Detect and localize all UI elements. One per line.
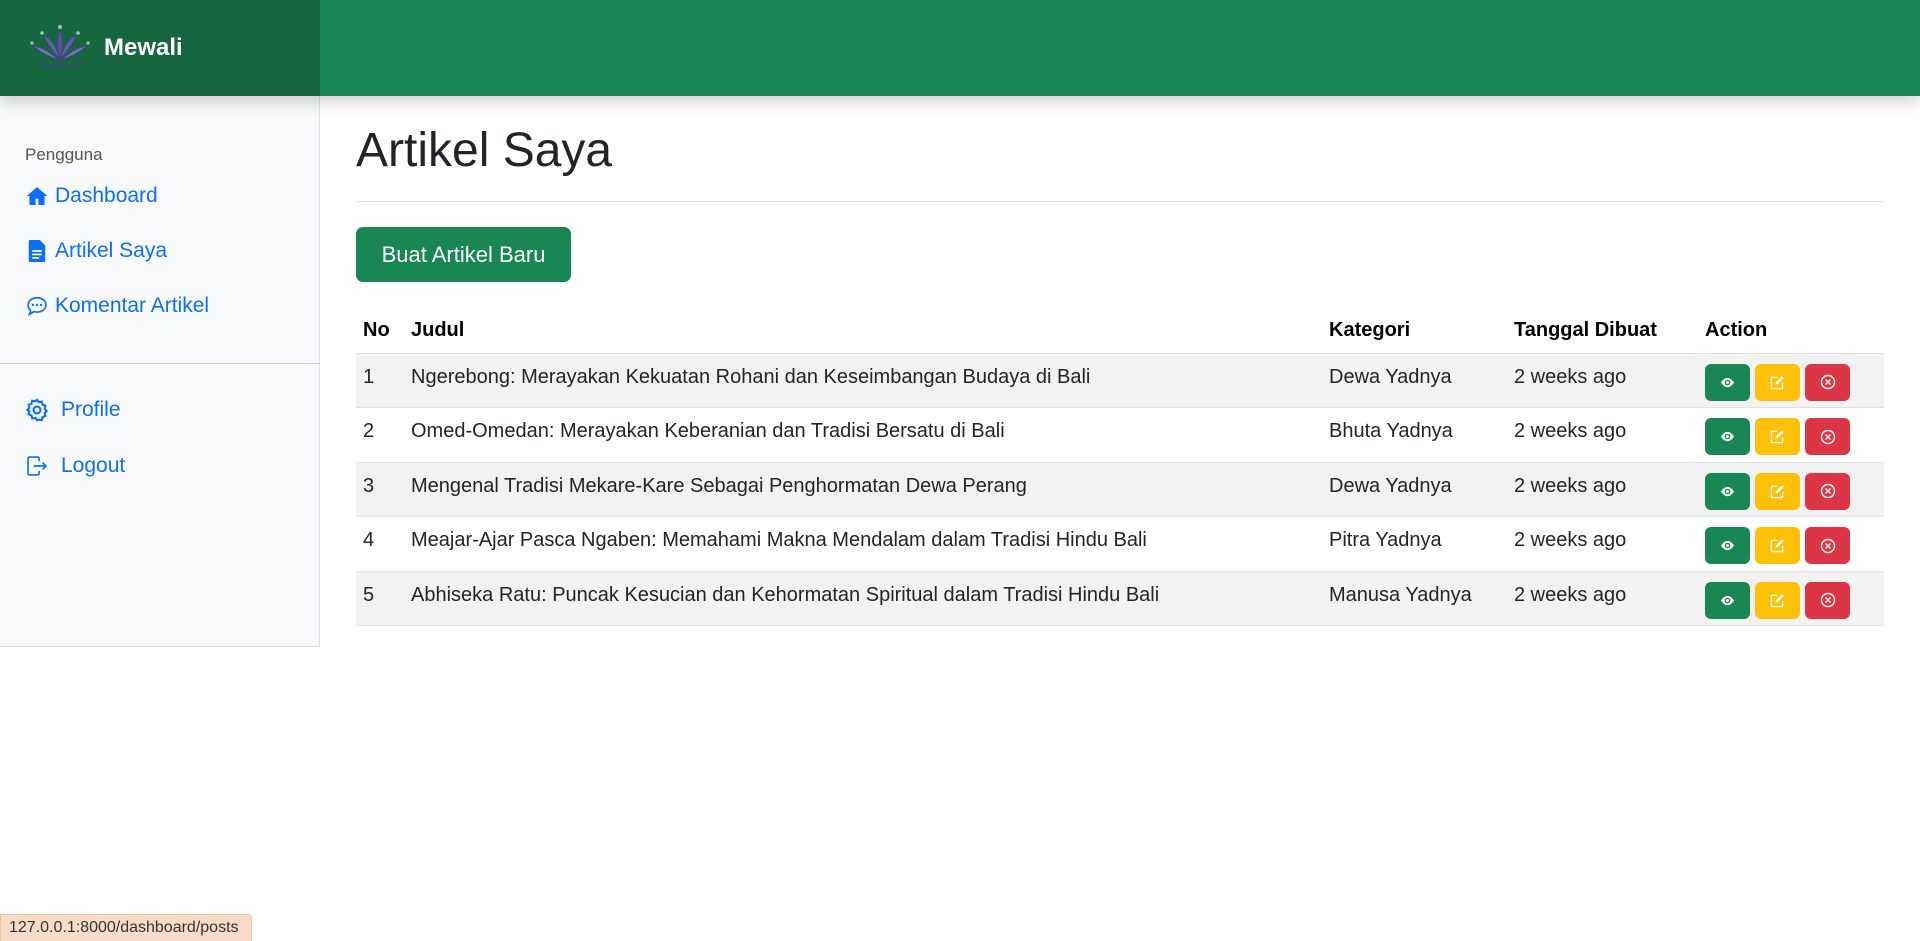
cell-no: 5	[356, 570, 404, 626]
sidebar-divider	[0, 363, 320, 364]
eye-icon	[1720, 377, 1735, 387]
cell-tanggal: 2 weeks ago	[1507, 352, 1698, 408]
sidebar-item-label: Dashboard	[55, 184, 158, 207]
table-row: 3 Mengenal Tradisi Mekare-Kare Sebagai P…	[356, 461, 1884, 517]
edit-icon	[1770, 484, 1784, 498]
cell-actions	[1698, 407, 1884, 462]
cell-actions	[1698, 461, 1884, 517]
view-button[interactable]	[1705, 472, 1750, 510]
cell-no: 2	[356, 407, 404, 462]
status-bar-url: 127.0.0.1:8000/dashboard/posts	[0, 914, 252, 941]
x-circle-icon	[1820, 592, 1835, 608]
view-button[interactable]	[1705, 581, 1750, 619]
cell-actions	[1698, 516, 1884, 571]
table-header-row: No Judul Kategori Tanggal Dibuat Action	[356, 309, 1884, 353]
column-header-kategori: Kategori	[1329, 319, 1411, 342]
column-header-tanggal: Tanggal Dibuat	[1514, 319, 1657, 342]
x-circle-icon	[1820, 538, 1835, 553]
edit-icon	[1770, 375, 1784, 389]
delete-button[interactable]	[1805, 527, 1850, 564]
x-circle-icon	[1820, 483, 1835, 499]
table-row: 5 Abhiseka Ratu: Puncak Kesucian dan Keh…	[356, 570, 1884, 626]
cell-kategori: Dewa Yadnya	[1322, 352, 1507, 408]
cell-judul: Meajar-Ajar Pasca Ngaben: Memahami Makna…	[404, 516, 1322, 571]
home-icon	[25, 184, 49, 208]
edit-button[interactable]	[1755, 581, 1800, 619]
cell-tanggal: 2 weeks ago	[1507, 516, 1698, 571]
create-article-button[interactable]: Buat Artikel Baru	[356, 227, 571, 282]
sidebar-item-dashboard[interactable]: Dashboard	[25, 184, 158, 208]
x-circle-icon	[1820, 374, 1835, 390]
articles-table: No Judul Kategori Tanggal Dibuat Action …	[356, 309, 1884, 626]
edit-icon	[1770, 539, 1784, 553]
table-row: 1 Ngerebong: Merayakan Kekuatan Rohani d…	[356, 352, 1884, 408]
sidebar-item-label: Komentar Artikel	[55, 294, 210, 317]
page-title: Artikel Saya	[356, 124, 613, 177]
table-row: 2 Omed-Omedan: Merayakan Keberanian dan …	[356, 407, 1884, 462]
eye-icon	[1720, 540, 1735, 551]
cell-tanggal: 2 weeks ago	[1507, 461, 1698, 517]
document-icon	[25, 239, 49, 263]
view-button[interactable]	[1705, 363, 1750, 401]
table-row: 4 Meajar-Ajar Pasca Ngaben: Memahami Mak…	[356, 516, 1884, 571]
brand[interactable]: Mewali	[0, 0, 320, 96]
sidebar: Pengguna Dashboard Artikel Saya Komentar…	[0, 96, 320, 647]
edit-button[interactable]	[1755, 527, 1800, 564]
edit-button[interactable]	[1755, 418, 1800, 455]
cell-kategori: Manusa Yadnya	[1322, 570, 1507, 626]
view-button[interactable]	[1705, 527, 1750, 564]
delete-button[interactable]	[1805, 581, 1850, 619]
cell-kategori: Bhuta Yadnya	[1322, 407, 1507, 462]
delete-button[interactable]	[1805, 418, 1850, 455]
cell-judul: Omed-Omedan: Merayakan Keberanian dan Tr…	[404, 407, 1322, 462]
cell-no: 4	[356, 516, 404, 571]
cell-judul: Mengenal Tradisi Mekare-Kare Sebagai Pen…	[404, 461, 1322, 517]
cell-tanggal: 2 weeks ago	[1507, 407, 1698, 462]
eye-icon	[1720, 595, 1735, 605]
sidebar-item-logout[interactable]: Logout	[25, 454, 125, 478]
gear-icon	[25, 398, 49, 422]
cell-no: 3	[356, 461, 404, 517]
cell-judul: Ngerebong: Merayakan Kekuatan Rohani dan…	[404, 352, 1322, 408]
eye-icon	[1720, 431, 1735, 442]
sidebar-item-profile[interactable]: Profile	[25, 398, 121, 422]
column-header-action: Action	[1705, 319, 1768, 342]
delete-button[interactable]	[1805, 363, 1850, 401]
x-circle-icon	[1820, 429, 1835, 444]
cell-judul: Abhiseka Ratu: Puncak Kesucian dan Kehor…	[404, 570, 1322, 626]
edit-icon	[1770, 593, 1784, 607]
cell-actions	[1698, 352, 1884, 408]
cell-kategori: Pitra Yadnya	[1322, 516, 1507, 571]
cell-tanggal: 2 weeks ago	[1507, 570, 1698, 626]
top-navbar: Mewali	[0, 0, 1920, 96]
delete-button[interactable]	[1805, 472, 1850, 510]
brand-name[interactable]: Mewali	[104, 34, 183, 62]
sidebar-item-label: Profile	[61, 398, 121, 421]
column-header-no: No	[363, 319, 390, 342]
cell-actions	[1698, 570, 1884, 626]
title-divider	[356, 201, 1884, 202]
cell-no: 1	[356, 352, 404, 408]
sidebar-item-komentar-artikel[interactable]: Komentar Artikel	[25, 294, 209, 318]
sidebar-item-label: Artikel Saya	[55, 239, 168, 262]
edit-button[interactable]	[1755, 472, 1800, 510]
column-header-judul: Judul	[411, 319, 465, 342]
chat-icon	[25, 294, 49, 318]
sidebar-heading: Pengguna	[25, 145, 103, 164]
sidebar-item-label: Logout	[61, 454, 126, 477]
eye-icon	[1720, 486, 1735, 496]
sidebar-item-artikel-saya[interactable]: Artikel Saya	[25, 239, 167, 263]
logout-icon	[25, 454, 49, 478]
edit-button[interactable]	[1755, 363, 1800, 401]
view-button[interactable]	[1705, 418, 1750, 455]
cell-kategori: Dewa Yadnya	[1322, 461, 1507, 517]
edit-icon	[1770, 430, 1784, 444]
lotus-logo-icon	[29, 25, 91, 67]
